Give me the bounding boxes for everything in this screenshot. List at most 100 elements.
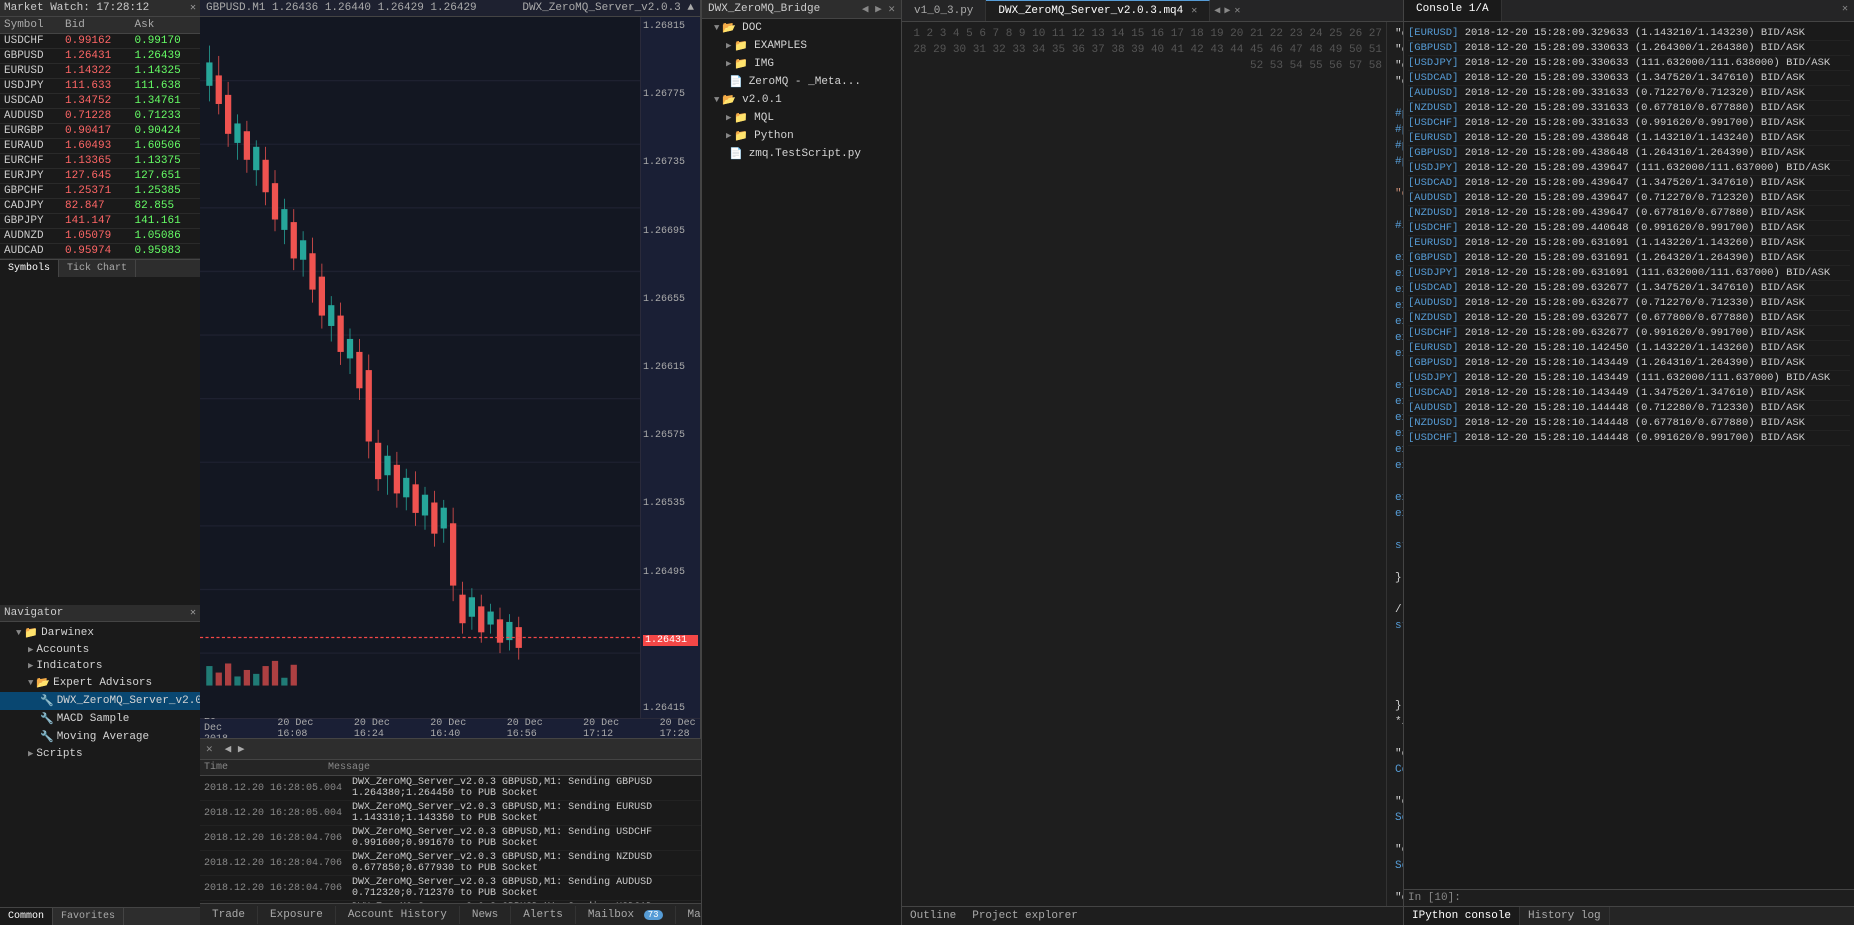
bid-cell: 1.26431 — [61, 49, 130, 64]
nav-tab-favorites[interactable]: Favorites — [53, 908, 124, 925]
tree-file-icon: 📁 — [734, 39, 748, 53]
nav-arrow-right[interactable]: ▶ — [1224, 5, 1230, 17]
nav-label-dwx-server: DWX_ZeroMQ_Server_v2.0.3 — [57, 695, 200, 707]
file-tree-nav-arrows[interactable]: ◀ ▶ ✕ — [862, 2, 895, 16]
nav-item-scripts[interactable]: ▶ Scripts — [0, 746, 200, 762]
terminal-arrows[interactable]: ◀ ▶ — [219, 739, 251, 759]
market-row[interactable]: AUDCAD0.959740.95983 — [0, 244, 200, 259]
terminal-panel: ✕ ◀ ▶ Time Message 2018.12.20 16:28:05.0… — [200, 738, 701, 903]
tab-symbols[interactable]: Symbols — [0, 260, 59, 277]
time-axis: 20 Dec 2018 20 Dec 16:08 20 Dec 16:24 20… — [200, 718, 700, 738]
tree-label: DOC — [742, 22, 762, 34]
market-row[interactable]: EURAUD1.604931.60506 — [0, 139, 200, 154]
market-row[interactable]: EURGBP0.904170.90424 — [0, 124, 200, 139]
editor-tab-v1[interactable]: v1_0_3.py — [902, 0, 986, 21]
console-tab-1a[interactable]: Console 1/A — [1404, 0, 1502, 21]
editor-outline-tab[interactable]: Outline — [902, 907, 964, 925]
ask-cell: 82.855 — [131, 199, 201, 214]
console-panel: Console 1/A ✕ [EURUSD] 2018-12-20 15:28:… — [1404, 0, 1854, 925]
navigator-close[interactable]: ✕ — [190, 607, 196, 619]
market-row[interactable]: AUDNZD1.050791.05086 — [0, 229, 200, 244]
nav-icon-ma: 🔧 — [40, 730, 54, 744]
console-line: [USDJPY] 2018-12-20 15:28:09.631691 (111… — [1408, 266, 1850, 281]
terminal-time: 2018.12.20 16:28:04.706 — [204, 858, 342, 869]
market-watch-close[interactable]: ✕ — [190, 2, 196, 14]
market-row[interactable]: USDCAD1.347521.34761 — [0, 94, 200, 109]
editor-project-tab[interactable]: Project explorer — [964, 907, 1086, 925]
console-line: [USDCAD] 2018-12-20 15:28:09.330633 (1.3… — [1408, 71, 1850, 86]
market-watch-tabs: Symbols Tick Chart — [0, 259, 200, 277]
file-tree-item[interactable]: ▶ 📁MQL — [702, 109, 901, 127]
terminal-message: DWX_ZeroMQ_Server_v2.0.3 GBPUSD,M1: Send… — [352, 802, 697, 824]
tree-label: v2.0.1 — [742, 94, 782, 106]
file-tree-item[interactable]: ▶ 📁IMG — [702, 55, 901, 73]
market-row[interactable]: GBPUSD1.264311.26439 — [0, 49, 200, 64]
market-row[interactable]: EURUSD1.143221.14325 — [0, 64, 200, 79]
terminal-x[interactable]: ✕ — [200, 739, 219, 759]
console-line: [USDCHF] 2018-12-20 15:28:09.331633 (0.9… — [1408, 116, 1850, 131]
navigator-panel: Navigator ✕ ▼ 📁 Darwinex ▶ Accounts ▶ — [0, 605, 200, 925]
market-row[interactable]: USDJPY111.633111.638 — [0, 79, 200, 94]
expand-icon: ▶ — [28, 645, 33, 655]
nav-item-moving-average[interactable]: 🔧 Moving Average — [0, 728, 200, 746]
nav-item-indicators[interactable]: ▶ Indicators — [0, 658, 200, 674]
nav-item-macd[interactable]: 🔧 MACD Sample — [0, 710, 200, 728]
nav-item-accounts[interactable]: ▶ Accounts — [0, 642, 200, 658]
console-bottom-tab-ipython[interactable]: IPython console — [1404, 907, 1520, 925]
terminal-rows: 2018.12.20 16:28:05.004 DWX_ZeroMQ_Server… — [200, 776, 701, 903]
bottom-tab-news[interactable]: News — [460, 906, 511, 924]
price-label: 1.26495 — [643, 567, 698, 578]
tab-close-dwx[interactable]: ✕ — [1191, 5, 1197, 17]
tab-tick-chart[interactable]: Tick Chart — [59, 260, 136, 277]
bottom-tab-account-history[interactable]: Account History — [336, 906, 460, 924]
file-tree-item[interactable]: 📄zmq.TestScript.py — [702, 145, 901, 163]
ask-cell: 1.60506 — [131, 139, 201, 154]
market-row[interactable]: EURJPY127.645127.651 — [0, 169, 200, 184]
market-row[interactable]: EURCHF1.133651.13375 — [0, 154, 200, 169]
bottom-tab-trade[interactable]: Trade — [200, 906, 258, 924]
price-label: 1.26815 — [643, 21, 698, 32]
console-bottom-tab-history[interactable]: History log — [1520, 907, 1610, 925]
bottom-tab-mailbox[interactable]: Mailbox 73 — [576, 906, 676, 924]
console-close[interactable]: ✕ — [1836, 0, 1854, 21]
console-input-label: In [10]: — [1408, 892, 1461, 904]
col-bid: Bid — [61, 17, 130, 34]
time-label: 20 Dec 16:24 — [354, 718, 390, 740]
file-tree-item[interactable]: ▶ 📁Python — [702, 127, 901, 145]
price-axis: 1.26815 1.26775 1.26735 1.26695 1.26655 … — [640, 17, 700, 718]
market-row[interactable]: GBPCHF1.253711.25385 — [0, 184, 200, 199]
console-line: [GBPUSD] 2018-12-20 15:28:09.438648 (1.2… — [1408, 146, 1850, 161]
nav-item-expert-advisors[interactable]: ▼ 📂 Expert Advisors — [0, 674, 200, 692]
file-tree-item[interactable]: ▶ 📁EXAMPLES — [702, 37, 901, 55]
market-watch-panel: Market Watch: 17:28:12 ✕ Symbol Bid Ask … — [0, 0, 200, 605]
console-input[interactable] — [1465, 892, 1850, 904]
console-line: [USDCHF] 2018-12-20 15:28:10.144448 (0.9… — [1408, 431, 1850, 446]
file-tree-item[interactable]: ▼ 📂DOC — [702, 19, 901, 37]
bottom-tab-alerts[interactable]: Alerts — [511, 906, 576, 924]
terminal-time: 2018.12.20 16:28:04.706 — [204, 883, 342, 894]
nav-arrow-left[interactable]: ◀ — [1214, 5, 1220, 17]
bid-cell: 1.34752 — [61, 94, 130, 109]
nav-tab-common[interactable]: Common — [0, 908, 53, 925]
code-content[interactable]: "cmt">//--------------------------------… — [1387, 22, 1403, 906]
bottom-tab-market[interactable]: Market 73 — [676, 906, 702, 924]
nav-item-darwinex[interactable]: ▼ 📁 Darwinex — [0, 624, 200, 642]
chart-symbol-label: GBPUSD.M1 1.26436 1.26440 1.26429 1.2642… — [206, 2, 477, 14]
market-row[interactable]: USDCHF0.991620.99170 — [0, 34, 200, 49]
market-row[interactable]: GBPJPY141.147141.161 — [0, 214, 200, 229]
console-line: [AUDUSD] 2018-12-20 15:28:10.144448 (0.7… — [1408, 401, 1850, 416]
market-row[interactable]: AUDUSD0.712280.71233 — [0, 109, 200, 124]
nav-item-dwx-server[interactable]: 🔧 DWX_ZeroMQ_Server_v2.0.3 — [0, 692, 200, 710]
market-row[interactable]: CADJPY82.84782.855 — [0, 199, 200, 214]
nav-tree: ▼ 📁 Darwinex ▶ Accounts ▶ Indicators ▼ — [0, 622, 200, 907]
bottom-tab-exposure[interactable]: Exposure — [258, 906, 336, 924]
terminal-time: 2018.12.20 16:28:05.004 — [204, 808, 342, 819]
ask-cell: 127.651 — [131, 169, 201, 184]
time-label: 20 Dec 17:28 — [660, 718, 696, 740]
chart-svg: 1.26431 — [200, 17, 700, 718]
editor-tab-dwx[interactable]: DWX_ZeroMQ_Server_v2.0.3.mq4 ✕ — [986, 0, 1210, 21]
file-tree-item[interactable]: ▼ 📂v2.0.1 — [702, 91, 901, 109]
file-tree-item[interactable]: 📄ZeroMQ - _Meta... — [702, 73, 901, 91]
editor-close[interactable]: ✕ — [1234, 5, 1240, 17]
console-line: [USDJPY] 2018-12-20 15:28:09.330633 (111… — [1408, 56, 1850, 71]
